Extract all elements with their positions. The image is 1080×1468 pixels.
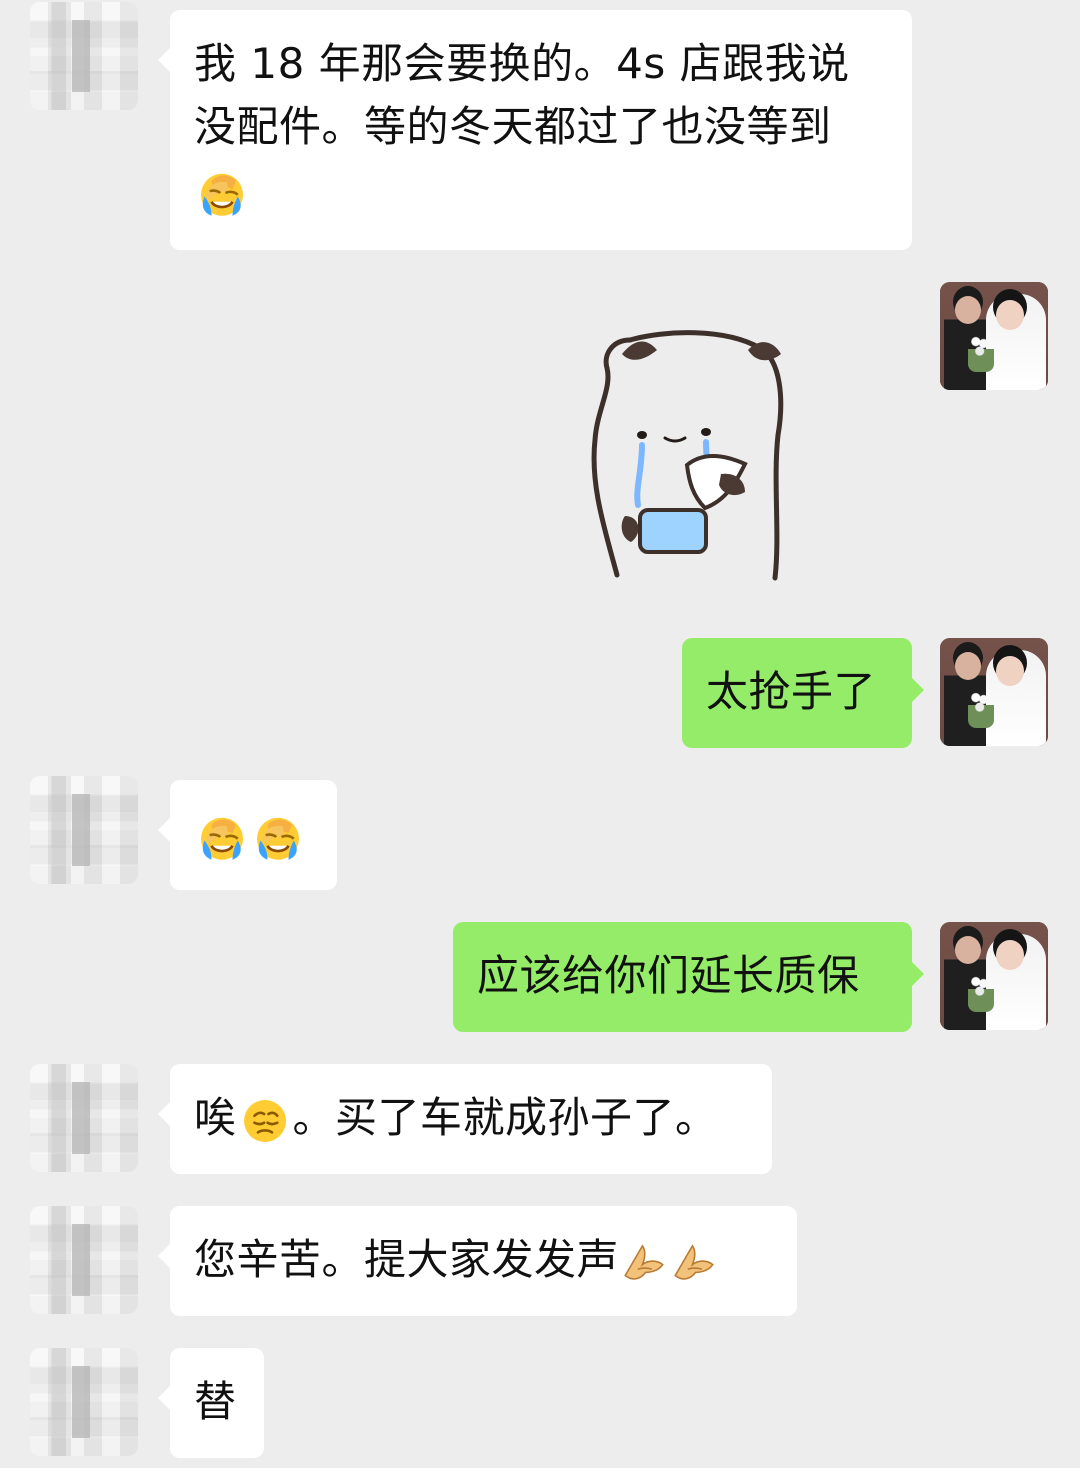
chat-window: 我 18 年那会要换的。4s 店跟我说 没配件。等的冬天都过了也没等到 太抢手了… <box>0 0 1080 1468</box>
face-palm-crying-emoji <box>201 817 243 860</box>
incoming-message-bubble[interactable]: 您辛苦。提大家发发声 <box>158 1206 797 1316</box>
contact-avatar-blurred[interactable] <box>30 776 138 884</box>
pinched-fingers-emoji <box>674 1243 714 1280</box>
incoming-message-bubble[interactable]: 我 18 年那会要换的。4s 店跟我说 没配件。等的冬天都过了也没等到 <box>158 10 912 250</box>
message-emoji-line <box>194 158 888 221</box>
avatar-bouquet <box>968 690 994 728</box>
message-suffix: 。买了车就成孙子了。 <box>292 1093 718 1142</box>
incoming-message-bubble[interactable]: 替 <box>158 1348 264 1458</box>
incoming-message-bubble[interactable] <box>158 780 337 890</box>
contact-avatar-blurred[interactable] <box>30 1348 138 1456</box>
avatar-bouquet <box>968 974 994 1012</box>
my-avatar[interactable] <box>940 922 1048 1030</box>
message-text: 替 <box>194 1377 237 1426</box>
avatar-person-right <box>986 294 1046 390</box>
avatar-person-right <box>986 650 1046 746</box>
pinched-fingers-emoji <box>624 1243 664 1280</box>
contact-avatar-blurred[interactable] <box>30 1064 138 1172</box>
my-avatar[interactable] <box>940 282 1048 390</box>
outgoing-message-bubble[interactable]: 应该给你们延长质保 <box>453 922 924 1032</box>
message-prefix: 您辛苦。提大家发发声 <box>194 1235 620 1284</box>
avatar-bouquet <box>968 334 994 372</box>
message-text: 太抢手了 <box>706 667 877 716</box>
contact-avatar-blurred[interactable] <box>30 1206 138 1314</box>
contact-avatar-blurred[interactable] <box>30 2 138 110</box>
message-line-1: 我 18 年那会要换的。4s 店跟我说 <box>194 39 850 88</box>
panda-crying-sticker[interactable] <box>585 320 800 590</box>
avatar-person-right <box>986 934 1046 1030</box>
outgoing-message-bubble[interactable]: 太抢手了 <box>682 638 924 748</box>
message-text: 应该给你们延长质保 <box>477 951 860 1000</box>
my-avatar[interactable] <box>940 638 1048 746</box>
incoming-message-bubble[interactable]: 唉 。买了车就成孙子了。 <box>158 1064 772 1174</box>
face-palm-crying-emoji <box>201 173 243 216</box>
message-prefix: 唉 <box>194 1093 237 1142</box>
face-palm-crying-emoji <box>257 817 299 860</box>
message-line-2: 没配件。等的冬天都过了也没等到 <box>194 102 832 151</box>
pensive-face-emoji <box>243 1099 286 1142</box>
